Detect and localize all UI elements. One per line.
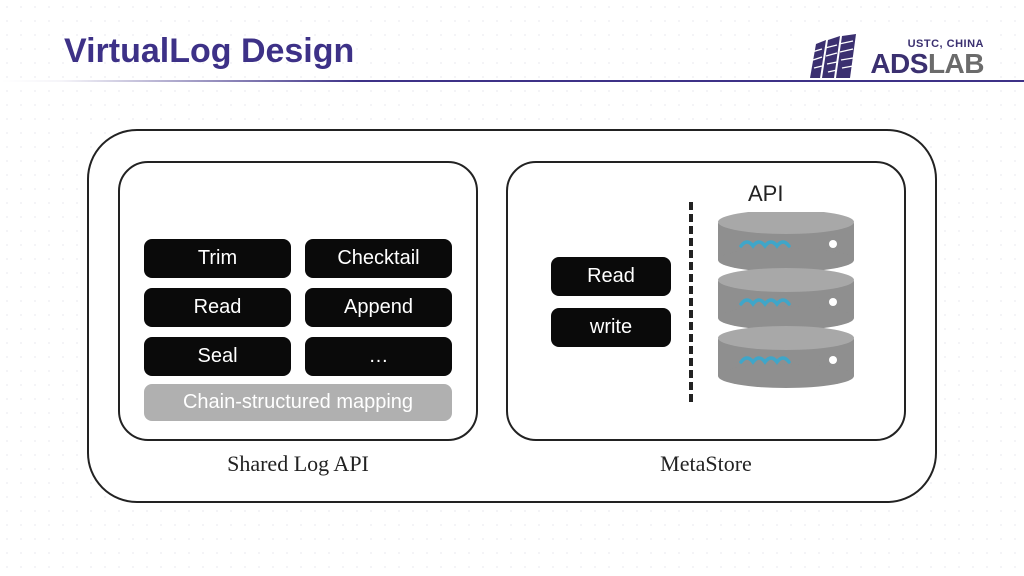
page-title: VirtualLog Design xyxy=(64,32,354,71)
logo-lab: LAB xyxy=(928,50,984,78)
api-op-trim: Trim xyxy=(144,239,291,278)
metastore-op-read: Read xyxy=(551,257,671,296)
chain-structured-mapping: Chain-structured mapping xyxy=(144,384,452,421)
api-op-more: … xyxy=(305,337,452,376)
metastore-box: API Read write xyxy=(506,161,906,441)
api-op-checktail: Checktail xyxy=(305,239,452,278)
database-icon xyxy=(711,212,861,392)
api-op-append: Append xyxy=(305,288,452,327)
building-icon xyxy=(806,34,862,78)
logo: USTC, CHINA ADSLAB xyxy=(802,34,988,78)
title-underline xyxy=(0,80,1024,82)
shared-log-api-box: Trim Checktail Read Append Seal … Chain-… xyxy=(118,161,478,441)
virtuallog-outer-box: Trim Checktail Read Append Seal … Chain-… xyxy=(87,129,937,503)
api-op-seal: Seal xyxy=(144,337,291,376)
metastore-label: MetaStore xyxy=(660,451,752,477)
api-boundary-line xyxy=(689,202,693,402)
metastore-op-write: write xyxy=(551,308,671,347)
logo-ads: ADS xyxy=(870,50,928,78)
shared-log-api-label: Shared Log API xyxy=(227,451,369,477)
api-op-read: Read xyxy=(144,288,291,327)
